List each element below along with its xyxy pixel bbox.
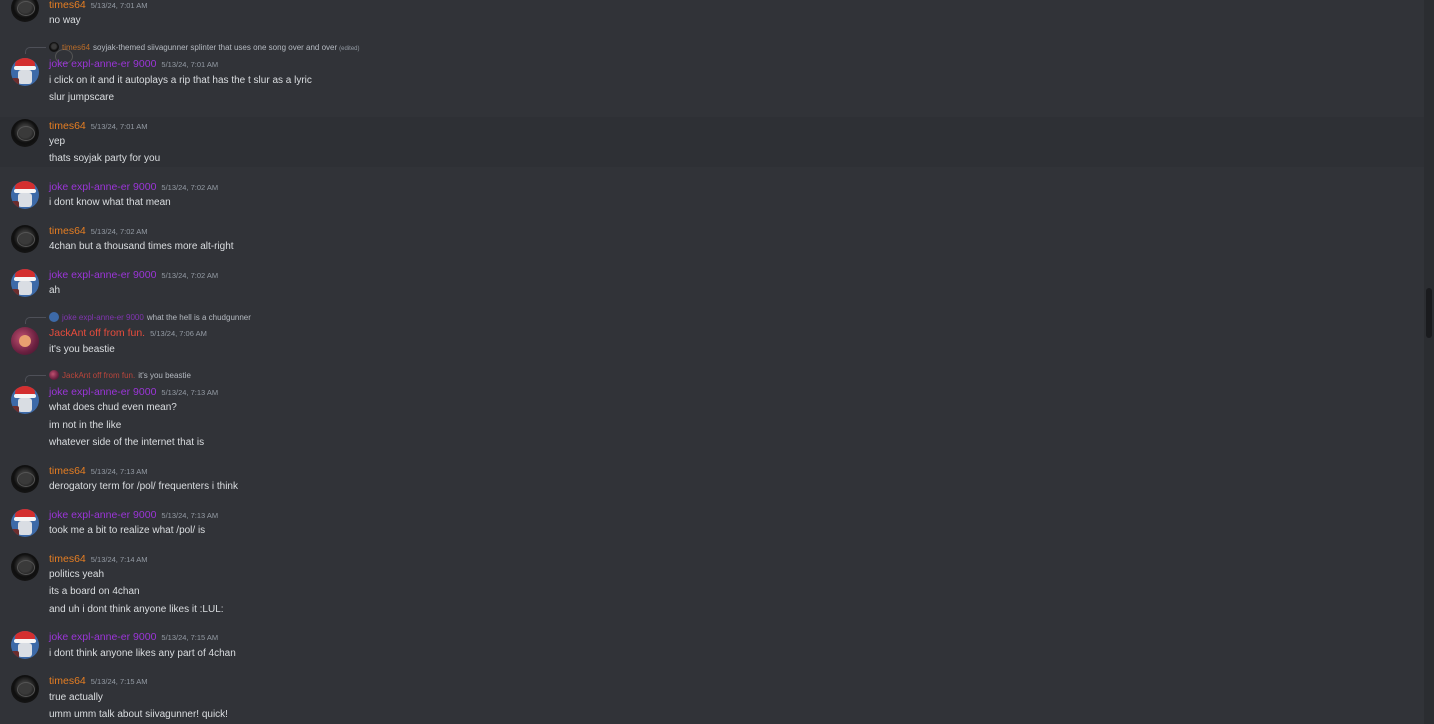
author-name[interactable]: times64 xyxy=(49,0,86,11)
avatar[interactable] xyxy=(11,631,39,659)
reply-preview[interactable]: joke expl-anne-er 9000 what the hell is a… xyxy=(49,312,251,323)
message-text: and uh i dont think anyone likes it :LUL… xyxy=(49,604,224,615)
message-header: joke expl-anne-er 9000 5/13/24, 7:02 AM xyxy=(49,269,218,282)
reply-preview[interactable]: times64 soyjak-themed siivagunner splinte… xyxy=(49,42,360,55)
avatar[interactable] xyxy=(11,386,39,414)
message-header: joke expl-anne-er 9000 5/13/24, 7:02 AM xyxy=(49,181,218,194)
author-name[interactable]: joke expl-anne-er 9000 xyxy=(49,509,156,521)
timestamp: 5/13/24, 7:02 AM xyxy=(161,183,219,192)
message-header: joke expl-anne-er 9000 5/13/24, 7:01 AM xyxy=(49,58,218,71)
reply-spine xyxy=(25,375,46,382)
reply-avatar xyxy=(49,370,59,380)
timestamp: 5/13/24, 7:13 AM xyxy=(161,388,219,397)
message-hover-highlight xyxy=(0,117,1424,167)
message-text: 4chan but a thousand times more alt-righ… xyxy=(49,241,234,252)
reply-spine xyxy=(25,47,46,54)
message-text: true actually xyxy=(49,692,103,703)
reply-text: what the hell is a chudgunner xyxy=(146,313,251,322)
message-header: joke expl-anne-er 9000 5/13/24, 7:13 AM xyxy=(49,386,218,399)
message-text: yep xyxy=(49,136,66,147)
author-name[interactable]: times64 xyxy=(49,465,86,477)
message-text: what does chud even mean? xyxy=(49,402,177,413)
reply-avatar xyxy=(49,42,59,52)
timestamp: 5/13/24, 7:15 AM xyxy=(90,677,148,686)
message-header: times64 5/13/24, 7:02 AM xyxy=(49,225,147,238)
timestamp: 5/13/24, 7:06 AM xyxy=(150,329,207,338)
author-name[interactable]: times64 xyxy=(49,120,86,132)
avatar[interactable] xyxy=(11,58,39,86)
reply-spine xyxy=(25,317,46,324)
message-header: times64 5/13/24, 7:01 AM xyxy=(49,120,147,133)
author-name[interactable]: times64 xyxy=(49,553,86,565)
message-text: i click on it and it autoplays a rip tha… xyxy=(49,75,312,86)
avatar[interactable] xyxy=(11,0,39,22)
message-text: it's you beastie xyxy=(49,344,115,355)
message-text: politics yeah xyxy=(49,569,105,580)
timestamp: 5/13/24, 7:01 AM xyxy=(90,1,148,10)
avatar[interactable] xyxy=(11,465,39,493)
message-text: slur jumpscare xyxy=(49,92,115,103)
avatar[interactable] xyxy=(11,675,39,703)
message-header: times64 5/13/24, 7:01 AM xyxy=(49,0,147,12)
timestamp: 5/13/24, 7:02 AM xyxy=(90,227,148,236)
message-text: im not in the like xyxy=(49,420,122,431)
timestamp: 5/13/24, 7:13 AM xyxy=(90,467,148,476)
avatar[interactable] xyxy=(11,119,39,147)
reply-avatar xyxy=(49,312,59,322)
timestamp: 5/13/24, 7:13 AM xyxy=(161,511,219,520)
message-header: joke expl-anne-er 9000 5/13/24, 7:13 AM xyxy=(49,509,218,522)
message-text: its a board on 4chan xyxy=(49,586,140,597)
message-text: derogatory term for /pol/ frequenters i … xyxy=(49,481,238,492)
message-text: i dont think anyone likes any part of 4c… xyxy=(49,648,236,659)
author-name[interactable]: joke expl-anne-er 9000 xyxy=(49,631,156,643)
scrollbar[interactable] xyxy=(1424,0,1434,724)
message-text: ah xyxy=(49,285,61,296)
message-text: whatever side of the internet that is xyxy=(49,437,205,448)
avatar[interactable] xyxy=(11,269,39,297)
message-text: no way xyxy=(49,15,81,26)
timestamp: 5/13/24, 7:01 AM xyxy=(161,60,219,69)
author-name[interactable]: joke expl-anne-er 9000 xyxy=(49,181,156,193)
author-name[interactable]: times64 xyxy=(49,675,86,687)
reply-author[interactable]: joke expl-anne-er 9000 xyxy=(62,313,144,322)
avatar[interactable] xyxy=(11,553,39,581)
author-name[interactable]: times64 xyxy=(49,225,86,237)
message-header: joke expl-anne-er 9000 5/13/24, 7:15 AM xyxy=(49,631,218,644)
timestamp: 5/13/24, 7:02 AM xyxy=(161,271,219,280)
message-header: times64 5/13/24, 7:14 AM xyxy=(49,553,147,566)
avatar[interactable] xyxy=(11,181,39,209)
message-text: i dont know what that mean xyxy=(49,197,171,208)
message-header: times64 5/13/24, 7:13 AM xyxy=(49,465,147,478)
reply-preview[interactable]: JackAnt off from fun. it's you beastie xyxy=(49,370,191,381)
scrollbar-thumb[interactable] xyxy=(1426,288,1432,338)
avatar[interactable] xyxy=(11,509,39,537)
reply-author[interactable]: JackAnt off from fun. xyxy=(62,371,135,380)
reply-text: soyjak-themed siivagunner splinter that … xyxy=(93,43,338,52)
message-header: times64 5/13/24, 7:15 AM xyxy=(49,675,147,688)
avatar[interactable] xyxy=(11,327,39,355)
author-name[interactable]: joke expl-anne-er 9000 xyxy=(49,269,156,281)
avatar[interactable] xyxy=(11,225,39,253)
timestamp: 5/13/24, 7:15 AM xyxy=(161,633,219,642)
message-list[interactable]: times64 5/13/24, 7:01 AM no way times64 soyj… xyxy=(0,0,1424,724)
message-text: took me a bit to realize what /pol/ is xyxy=(49,525,206,536)
timestamp: 5/13/24, 7:14 AM xyxy=(90,555,148,564)
author-name[interactable]: JackAnt off from fun. xyxy=(49,327,145,339)
message-text: umm umm talk about siivagunner! quick! xyxy=(49,709,228,720)
edited-marker: (edited) xyxy=(339,46,360,52)
message-text: thats soyjak party for you xyxy=(49,153,161,164)
message-header: JackAnt off from fun. 5/13/24, 7:06 AM xyxy=(49,327,207,340)
author-name[interactable]: joke expl-anne-er 9000 xyxy=(49,386,156,398)
reply-author[interactable]: times64 xyxy=(62,43,90,52)
author-name[interactable]: joke expl-anne-er 9000 xyxy=(49,58,156,70)
reply-text: it's you beastie xyxy=(138,371,191,380)
timestamp: 5/13/24, 7:01 AM xyxy=(90,122,148,131)
